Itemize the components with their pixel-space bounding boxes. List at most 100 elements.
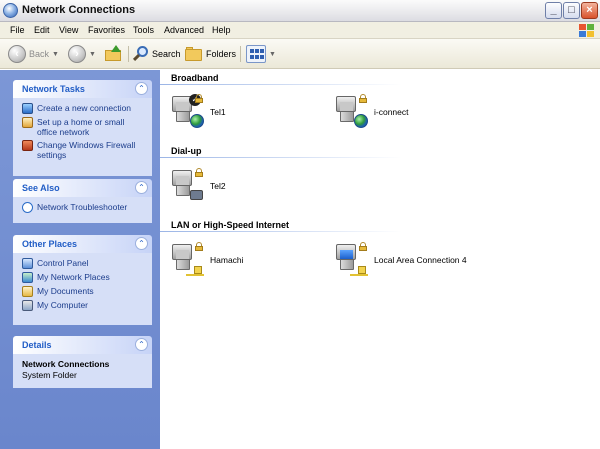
- collapse-icon[interactable]: ⌃: [135, 82, 148, 95]
- collapse-icon[interactable]: ⌃: [135, 181, 148, 194]
- forward-arrow-icon: ›: [68, 45, 86, 63]
- group-divider: [160, 231, 600, 232]
- group-broadband-header: Broadband: [171, 73, 219, 83]
- folders-label: Folders: [206, 49, 237, 59]
- menu-bar: File Edit View Favorites Tools Advanced …: [0, 22, 600, 39]
- place-my-documents[interactable]: My Documents: [22, 286, 146, 297]
- connection-hamachi[interactable]: Hamachi: [172, 242, 244, 278]
- back-arrow-icon: ‹: [8, 45, 26, 63]
- connection-tel1[interactable]: ✓ Tel1: [172, 94, 226, 130]
- menu-advanced[interactable]: Advanced: [164, 25, 204, 35]
- up-folder-button[interactable]: [105, 44, 123, 64]
- toolbar: ‹ Back ▼ › ▼ Search Folders ▼: [0, 39, 600, 69]
- group-lan-header: LAN or High-Speed Internet: [171, 220, 290, 230]
- network-connections-icon: [3, 3, 18, 18]
- views-icon: [246, 45, 266, 63]
- menu-view[interactable]: View: [59, 25, 78, 35]
- link-label: Network Troubleshooter: [37, 202, 128, 212]
- window-title: Network Connections: [22, 4, 136, 16]
- group-divider: [160, 157, 600, 158]
- firewall-icon: [22, 140, 33, 151]
- link-label: My Network Places: [37, 272, 110, 282]
- info-icon: [22, 202, 33, 213]
- details-type: System Folder: [22, 370, 77, 380]
- menu-help[interactable]: Help: [212, 25, 231, 35]
- details-name: Network Connections: [22, 359, 110, 369]
- documents-folder-icon: [22, 286, 33, 297]
- collapse-icon[interactable]: ⌃: [135, 237, 148, 250]
- menu-favorites[interactable]: Favorites: [88, 25, 125, 35]
- see-also-header[interactable]: See Also ⌃: [13, 179, 152, 197]
- task-home-network[interactable]: Set up a home or small office network: [22, 117, 146, 137]
- link-label: Control Panel: [37, 258, 89, 268]
- windows-logo-icon: [573, 23, 595, 39]
- new-connection-icon: [22, 103, 33, 114]
- views-button[interactable]: ▼: [246, 44, 276, 64]
- control-panel-icon: [22, 258, 33, 269]
- up-folder-icon: [105, 45, 123, 63]
- task-create-connection[interactable]: Create a new connection: [22, 103, 146, 114]
- search-button[interactable]: Search: [132, 44, 181, 64]
- network-places-icon: [22, 272, 33, 283]
- chevron-down-icon: ▼: [269, 50, 276, 58]
- menu-file[interactable]: File: [10, 25, 25, 35]
- see-also-troubleshooter[interactable]: Network Troubleshooter: [22, 202, 146, 213]
- group-dialup-header: Dial-up: [171, 146, 202, 156]
- link-label: My Documents: [37, 286, 94, 296]
- folders-button[interactable]: Folders: [185, 44, 236, 64]
- connection-label: Hamachi: [210, 255, 244, 265]
- menu-edit[interactable]: Edit: [34, 25, 50, 35]
- maximize-button[interactable]: □: [563, 2, 580, 19]
- task-pane: Network Tasks ⌃ Create a new connection …: [0, 70, 160, 449]
- chevron-down-icon: ▼: [52, 50, 59, 58]
- collapse-icon[interactable]: ⌃: [135, 338, 148, 351]
- dialup-connection-icon: [172, 168, 206, 204]
- connection-label: Tel2: [210, 181, 226, 191]
- lan-connection-icon: [336, 242, 370, 278]
- search-label: Search: [152, 49, 181, 59]
- details-header[interactable]: Details ⌃: [13, 336, 152, 354]
- back-button[interactable]: ‹ Back ▼: [8, 44, 59, 64]
- chevron-down-icon: ▼: [89, 50, 96, 58]
- connection-label: Tel1: [210, 107, 226, 117]
- back-label: Back: [29, 49, 50, 59]
- minimize-button[interactable]: _: [545, 2, 562, 19]
- network-tasks-header[interactable]: Network Tasks ⌃: [13, 80, 152, 98]
- panel-title: Other Places: [22, 239, 78, 249]
- connection-tel2[interactable]: Tel2: [172, 168, 226, 204]
- connection-label: i-connect: [374, 107, 409, 117]
- other-places-header[interactable]: Other Places ⌃: [13, 235, 152, 253]
- connections-view: Broadband ✓ Tel1 i-connect Dial-up Tel2 …: [160, 70, 600, 449]
- panel-title: Network Tasks: [22, 84, 85, 94]
- folder-icon: [185, 47, 203, 61]
- place-my-computer[interactable]: My Computer: [22, 300, 146, 311]
- close-button[interactable]: ×: [581, 2, 598, 19]
- panel-title: See Also: [22, 183, 60, 193]
- task-label: Create a new connection: [37, 103, 132, 113]
- title-bar: Network Connections _ □ ×: [0, 0, 600, 22]
- lan-connection-icon: [172, 242, 206, 278]
- connection-i-connect[interactable]: i-connect: [336, 94, 409, 130]
- my-computer-icon: [22, 300, 33, 311]
- forward-button[interactable]: › ▼: [68, 44, 96, 64]
- toolbar-separator: [128, 46, 129, 62]
- search-icon: [132, 46, 149, 62]
- menu-tools[interactable]: Tools: [133, 25, 154, 35]
- task-firewall[interactable]: Change Windows Firewall settings: [22, 140, 146, 160]
- home-network-icon: [22, 117, 33, 128]
- broadband-connection-icon: ✓: [172, 94, 206, 130]
- network-tasks-panel: Network Tasks ⌃ Create a new connection …: [13, 80, 152, 176]
- place-control-panel[interactable]: Control Panel: [22, 258, 146, 269]
- task-label: Change Windows Firewall settings: [37, 140, 136, 160]
- details-panel: Details ⌃ Network Connections System Fol…: [13, 336, 152, 388]
- toolbar-separator: [240, 46, 241, 62]
- link-label: My Computer: [37, 300, 89, 310]
- panel-title: Details: [22, 340, 52, 350]
- group-divider: [160, 84, 600, 85]
- see-also-panel: See Also ⌃ Network Troubleshooter: [13, 179, 152, 223]
- place-my-network-places[interactable]: My Network Places: [22, 272, 146, 283]
- task-label: Set up a home or small office network: [37, 117, 125, 137]
- connection-local-area-4[interactable]: Local Area Connection 4: [336, 242, 467, 278]
- broadband-connection-icon: [336, 94, 370, 130]
- connection-label: Local Area Connection 4: [374, 255, 467, 265]
